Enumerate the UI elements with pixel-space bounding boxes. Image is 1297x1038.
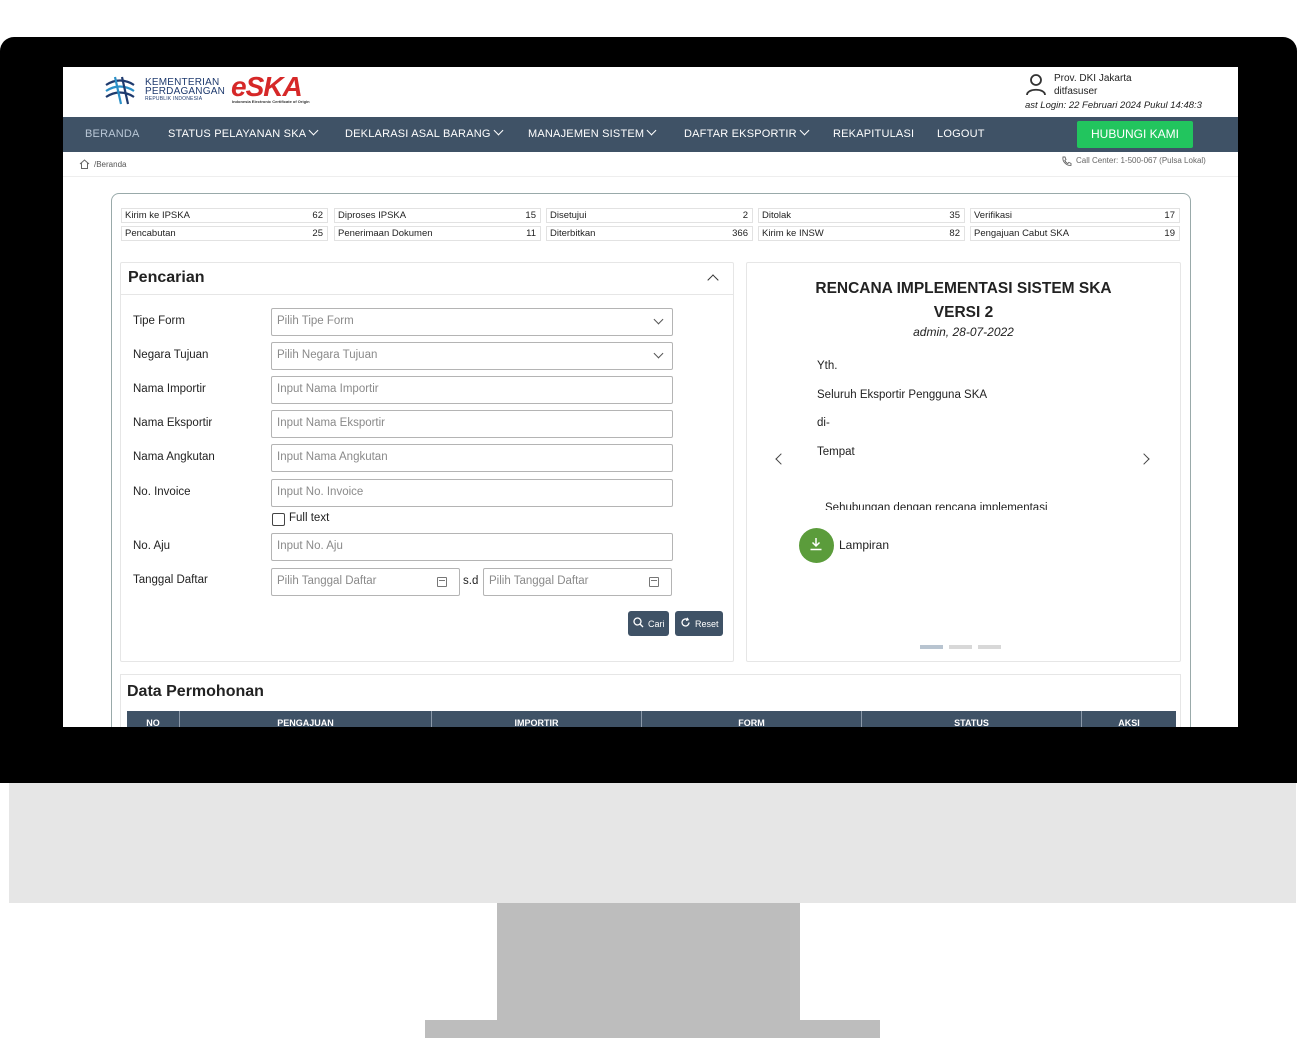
monitor-chin (9, 783, 1296, 903)
nav-manajemen-sistem[interactable]: MANAJEMEN SISTEM (528, 125, 657, 140)
nav-deklarasi-asal-barang[interactable]: DEKLARASI ASAL BARANG (345, 125, 504, 140)
call-center-text: Call Center: 1-500-067 (Pulsa Lokal) (1076, 156, 1206, 165)
search-header[interactable]: Pencarian (121, 263, 733, 295)
date-range-separator: s.d (463, 575, 479, 587)
refresh-icon (681, 617, 690, 627)
announcement-line: Tempat (817, 446, 855, 458)
column-header-no[interactable]: NO (127, 718, 179, 727)
last-login: ast Login: 22 Februari 2024 Pukul 14:48:… (1025, 100, 1202, 111)
announcement-line: di- (817, 417, 830, 429)
carousel-indicator-2[interactable] (949, 645, 972, 649)
attachment-download-button[interactable] (799, 528, 834, 563)
tanggal-daftar-from-input[interactable]: Pilih Tanggal Daftar (271, 568, 460, 596)
nav-status-pelayanan-ska[interactable]: STATUS PELAYANAN SKA (168, 125, 319, 140)
breadcrumb-bar: /Beranda Call Center: 1-500-067 (Pulsa L… (63, 152, 1238, 177)
carousel-prev-icon[interactable] (775, 453, 787, 465)
stat-disetujui[interactable]: Disetujui 2 (546, 208, 753, 223)
stat-ditolak[interactable]: Ditolak 35 (758, 208, 965, 223)
download-icon (810, 538, 822, 551)
column-header-aksi[interactable]: AKSI (1082, 718, 1176, 727)
chevron-up-icon[interactable] (707, 274, 719, 286)
tanggal-daftar-to-input[interactable]: Pilih Tanggal Daftar (483, 568, 672, 596)
carousel-indicator-1[interactable] (920, 645, 943, 649)
carousel-indicator-3[interactable] (978, 645, 1001, 649)
eska-logo: eSKA (231, 71, 303, 102)
chevron-down-icon (653, 348, 664, 359)
label-nama-eksportir: Nama Eksportir (133, 417, 213, 429)
chevron-down-icon (493, 125, 504, 136)
stat-pengajuan-cabut-ska[interactable]: Pengajuan Cabut SKA 19 (970, 226, 1180, 241)
column-header-importir[interactable]: IMPORTIR (432, 718, 641, 727)
negara-tujuan-select[interactable]: Pilih Negara Tujuan (271, 342, 673, 370)
calendar-icon[interactable] (649, 577, 659, 587)
header: KEMENTERIAN PERDAGANGAN REPUBLIK INDONES… (63, 67, 1238, 117)
ministry-logo-icon (105, 76, 135, 105)
breadcrumb[interactable]: /Beranda (94, 160, 126, 169)
user-province: Prov. DKI Jakarta (1054, 73, 1132, 84)
stat-verifikasi[interactable]: Verifikasi 17 (970, 208, 1180, 223)
user-username: ditfasuser (1054, 86, 1098, 97)
announcement-clipped-line: Sehubungan dengan rencana implementasi (825, 502, 1048, 510)
announcement-title: RENCANA IMPLEMENTASI SISTEM SKA VERSI 2 (815, 280, 1112, 321)
chevron-down-icon (653, 314, 664, 325)
label-no-invoice: No. Invoice (133, 486, 191, 498)
nav-rekapitulasi[interactable]: REKAPITULASI (833, 128, 914, 140)
reset-button[interactable]: Reset (675, 611, 723, 636)
app-screen: KEMENTERIAN PERDAGANGAN REPUBLIK INDONES… (63, 67, 1238, 727)
phone-icon (1062, 156, 1072, 166)
announcement-line: Seluruh Eksportir Pengguna SKA (817, 389, 988, 401)
full-text-checkbox[interactable] (272, 513, 285, 526)
table-header: NO PENGAJUAN IMPORTIR FORM STATUS AKSI (127, 711, 1176, 727)
monitor-stand-foot (425, 1020, 880, 1038)
announcement-meta: admin, 28-07-2022 (913, 325, 1014, 339)
nama-angkutan-input[interactable]: Input Nama Angkutan (271, 444, 673, 472)
search-button[interactable]: Cari (628, 611, 669, 636)
label-negara-tujuan: Negara Tujuan (133, 349, 209, 361)
stat-kirim-ke-insw[interactable]: Kirim ke INSW 82 (758, 226, 965, 241)
column-header-form[interactable]: FORM (642, 718, 861, 727)
home-icon[interactable] (79, 159, 90, 169)
stat-diterbitkan[interactable]: Diterbitkan 366 (546, 226, 753, 241)
contact-us-button[interactable]: HUBUNGI KAMI (1077, 121, 1193, 148)
user-info[interactable]: Prov. DKI Jakarta ditfasuser ast Login: … (1023, 71, 1233, 113)
no-aju-input[interactable]: Input No. Aju (271, 533, 673, 561)
monitor-stand-neck (497, 903, 800, 1038)
chevron-down-icon (646, 125, 657, 136)
announcement-carousel: RENCANA IMPLEMENTASI SISTEM SKA VERSI 2 … (746, 262, 1181, 662)
label-nama-angkutan: Nama Angkutan (133, 451, 215, 463)
eska-tagline: Indonesia Electronic Certificate of Orig… (232, 99, 310, 104)
label-nama-importir: Nama Importir (133, 383, 206, 395)
calendar-icon[interactable] (437, 577, 447, 587)
announcement-line: Yth. (817, 360, 838, 372)
stat-kirim-ke-ipska[interactable]: Kirim ke IPSKA 62 (121, 208, 328, 223)
stat-diproses-ipska[interactable]: Diproses IPSKA 15 (334, 208, 541, 223)
column-header-pengajuan[interactable]: PENGAJUAN (180, 718, 431, 727)
data-permohonan-title: Data Permohonan (127, 683, 264, 700)
search-icon (633, 617, 644, 628)
chevron-down-icon (799, 125, 810, 136)
user-icon (1026, 74, 1046, 96)
main-navbar: BERANDA STATUS PELAYANAN SKA DEKLARASI A… (63, 117, 1238, 152)
search-card: Pencarian Tipe Form Pilih Tipe Form Nega… (120, 262, 734, 662)
label-no-aju: No. Aju (133, 540, 171, 552)
stat-pencabutan[interactable]: Pencabutan 25 (121, 226, 328, 241)
label-tanggal-daftar: Tanggal Daftar (133, 574, 208, 586)
nama-eksportir-input[interactable]: Input Nama Eksportir (271, 410, 673, 438)
nav-logout[interactable]: LOGOUT (937, 128, 985, 140)
carousel-next-icon[interactable] (1138, 453, 1150, 465)
stat-penerimaan-dokumen[interactable]: Penerimaan Dokumen 11 (334, 226, 541, 241)
attachment-label[interactable]: Lampiran (839, 538, 889, 552)
nama-importir-input[interactable]: Input Nama Importir (271, 376, 673, 404)
data-permohonan-card: Data Permohonan NO PENGAJUAN IMPORTIR FO… (120, 674, 1181, 727)
label-tipe-form: Tipe Form (133, 315, 185, 327)
ministry-name: KEMENTERIAN PERDAGANGAN REPUBLIK INDONES… (145, 77, 225, 103)
search-title: Pencarian (128, 269, 205, 286)
full-text-label: Full text (289, 512, 330, 524)
nav-beranda[interactable]: BERANDA (85, 128, 140, 140)
tipe-form-select[interactable]: Pilih Tipe Form (271, 308, 673, 336)
no-invoice-input[interactable]: Input No. Invoice (271, 479, 673, 507)
chevron-down-icon (308, 125, 319, 136)
nav-daftar-eksportir[interactable]: DAFTAR EKSPORTIR (684, 125, 810, 140)
column-header-status[interactable]: STATUS (862, 718, 1081, 727)
